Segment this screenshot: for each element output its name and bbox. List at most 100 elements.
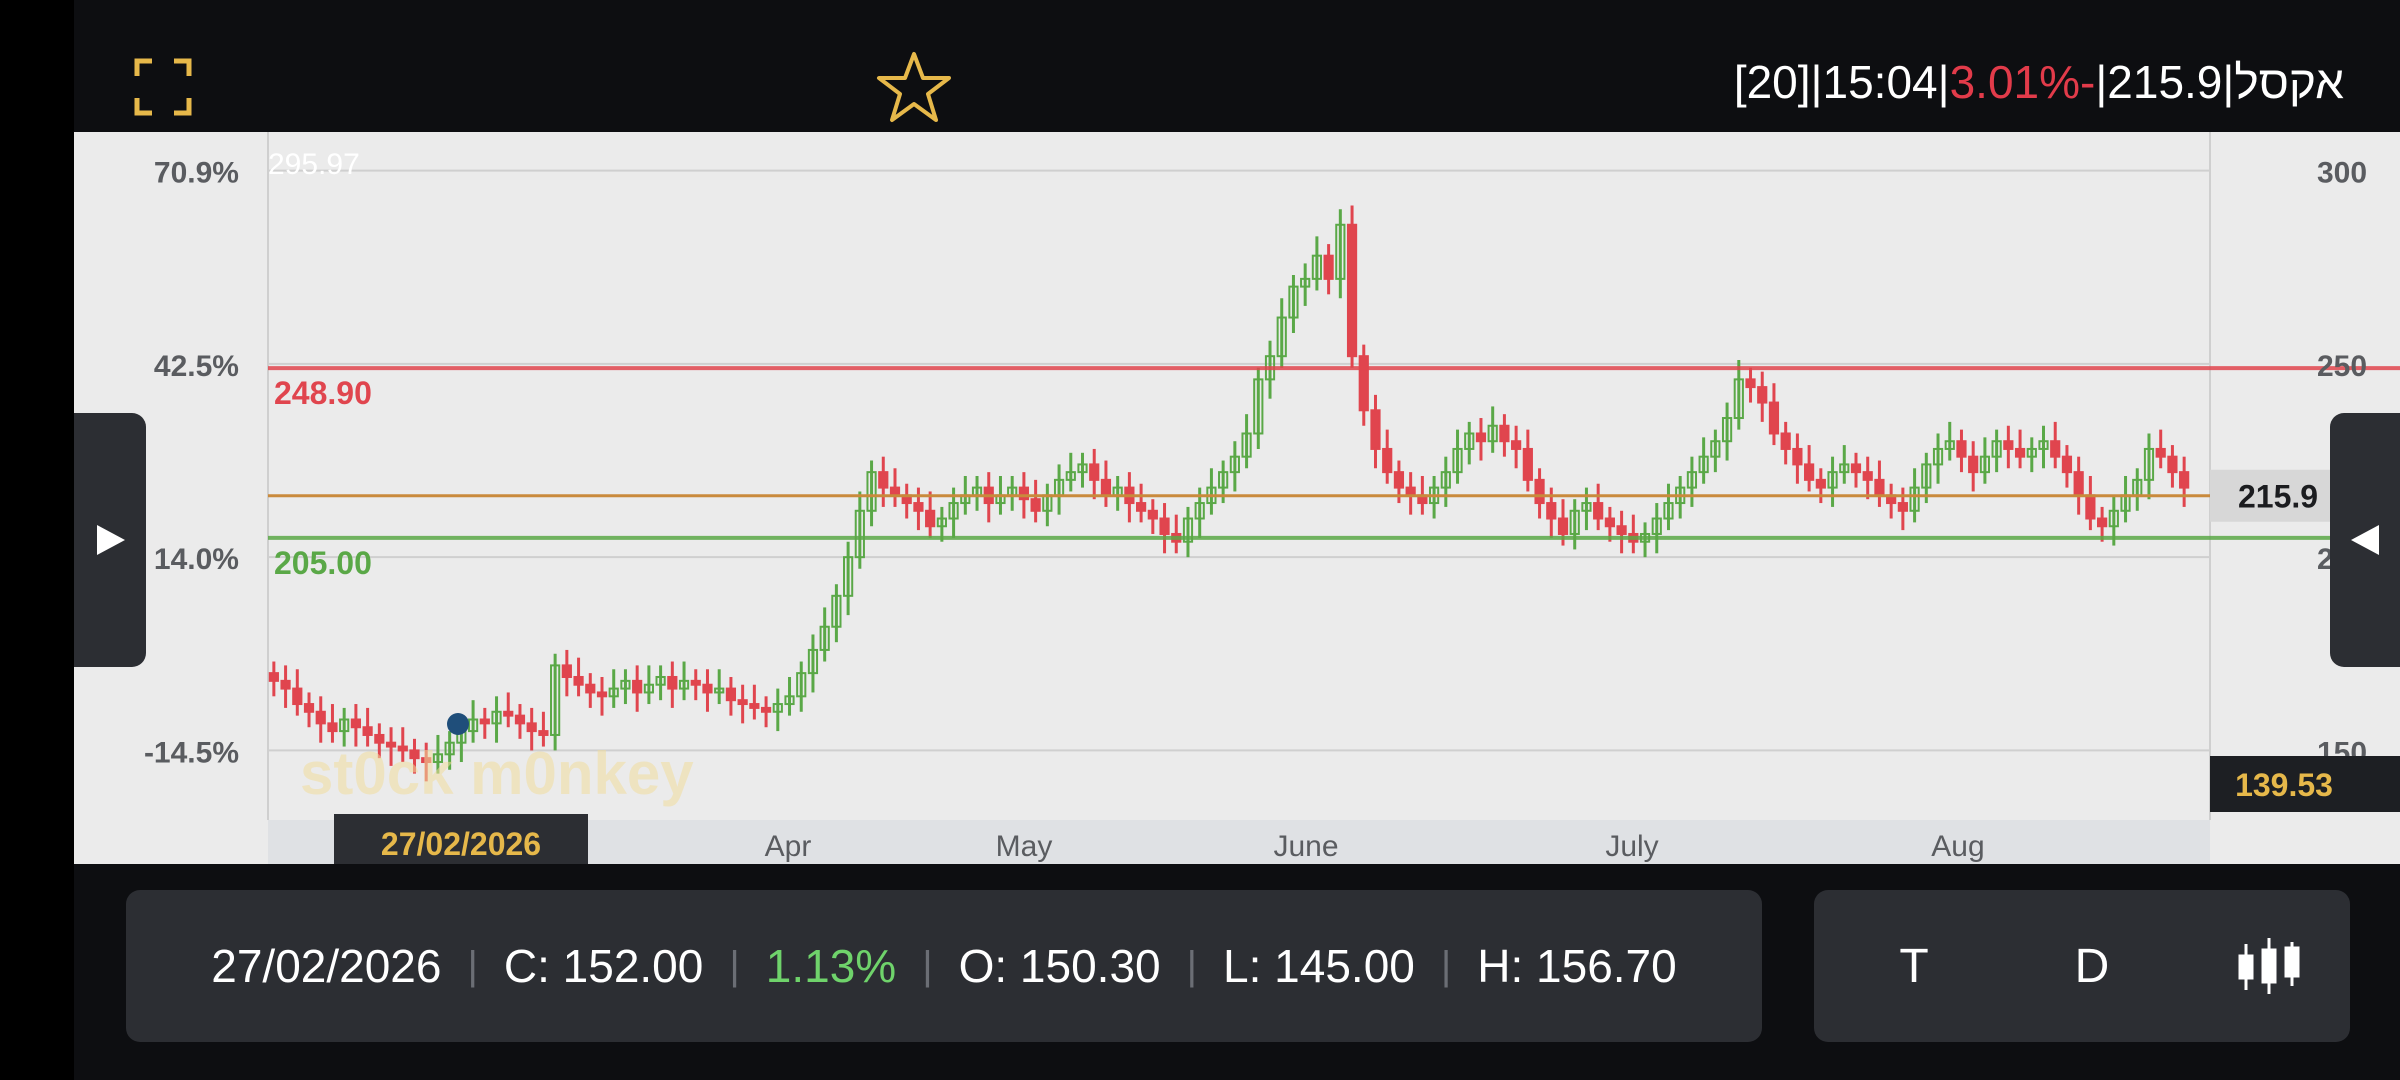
- candle-body: [1358, 355, 1369, 412]
- selected-point-marker: [447, 713, 469, 735]
- candle-body: [889, 486, 901, 497]
- candle-body: [1792, 447, 1803, 466]
- quote-summary: [20] | 15:04 | 3.01%- | 215.9 | אקסל: [1734, 50, 2344, 114]
- candle-body: [514, 714, 526, 725]
- candle-body: [913, 502, 924, 512]
- candle-body: [1604, 517, 1615, 528]
- y-left-tick-label: 14.0%: [154, 543, 239, 576]
- candle-body: [1593, 502, 1604, 520]
- candle-body: [1382, 447, 1393, 474]
- candle-body: [925, 509, 936, 528]
- x-tick-label: Aug: [1931, 830, 1984, 863]
- candle-body: [596, 691, 608, 698]
- candle-body: [503, 710, 514, 717]
- candle-body: [2085, 494, 2096, 520]
- quote-time: 15:04: [1822, 56, 1938, 108]
- candle-body: [561, 664, 572, 678]
- candle-body: [1346, 223, 1358, 358]
- x-tick-label: May: [996, 830, 1053, 863]
- candle-body: [1897, 502, 1908, 512]
- candle-body: [1745, 378, 1756, 389]
- candle-body: [1511, 440, 1522, 450]
- candle-body: [538, 730, 549, 736]
- candle-body: [1780, 432, 1791, 450]
- low-price-label: 139.53: [2235, 767, 2333, 803]
- candle-body: [2014, 447, 2026, 458]
- quote-name: אקסל: [2234, 56, 2344, 108]
- candle-body: [1147, 509, 1158, 520]
- y-right-tick-label: 300: [2317, 157, 2367, 190]
- star-icon[interactable]: [876, 50, 952, 126]
- candle-body: [1534, 478, 1545, 505]
- candle-body: [2073, 471, 2084, 497]
- candle-body: [303, 703, 315, 713]
- tools-panel: T D: [1814, 890, 2350, 1042]
- candlestick-icon: [2238, 938, 2300, 994]
- quote-count: [20]: [1733, 56, 1811, 108]
- candle-body: [1499, 424, 1510, 443]
- y-left-tick-label: 70.9%: [154, 157, 239, 190]
- current-price-label: 215.9: [2238, 479, 2318, 515]
- candle-body: [632, 679, 643, 694]
- ohlc-info-panel: 27/02/2026 | C: 152.00 | 1.13% | O: 150.…: [126, 890, 1762, 1042]
- candle-body: [1522, 447, 1533, 481]
- play-left-icon: [2351, 525, 2379, 555]
- candle-body: [1874, 478, 1885, 497]
- candle-body: [1018, 486, 1030, 501]
- candle-body: [585, 683, 596, 694]
- candle-body: [667, 675, 678, 690]
- candle-body: [1089, 463, 1100, 481]
- candle-body: [702, 683, 713, 694]
- candle-body: [2155, 447, 2166, 458]
- candle-body: [690, 679, 701, 686]
- d-button[interactable]: D: [2042, 890, 2142, 1042]
- y-left-tick-label: -14.5%: [144, 736, 239, 769]
- x-tick-label: Apr: [765, 830, 812, 863]
- candle-body: [1405, 486, 1416, 497]
- candle-body: [1030, 498, 1041, 512]
- candle-body: [1136, 502, 1147, 512]
- t-button[interactable]: T: [1864, 890, 1964, 1042]
- candle-body: [749, 703, 760, 709]
- support-label: 205.00: [274, 545, 372, 581]
- candle-body: [1968, 455, 1979, 474]
- quote-last-price: 215.9: [2107, 56, 2223, 108]
- candle-body: [1475, 432, 1487, 443]
- candle-body: [479, 718, 490, 725]
- candle-body: [725, 687, 737, 702]
- chart-canvas: 248.90 205.00 215.9 st0ck m0nkey 295.97 70…: [144, 132, 2400, 864]
- candle-body: [2167, 455, 2178, 474]
- candle-body: [1616, 525, 1627, 535]
- next-button[interactable]: [2330, 413, 2400, 667]
- ohlc-close: C: 152.00: [503, 940, 704, 992]
- candle-body: [292, 687, 303, 706]
- candle-body: [362, 726, 373, 736]
- candle-body: [315, 710, 326, 725]
- candle-body: [1393, 471, 1405, 489]
- candle-body: [1159, 517, 1170, 535]
- y-right-tick-label: 250: [2317, 350, 2367, 383]
- play-right-icon: [97, 525, 125, 555]
- y-left-tick-label: 42.5%: [154, 350, 239, 383]
- prev-button[interactable]: [74, 413, 146, 667]
- candle-body: [268, 672, 279, 682]
- candle-body: [1850, 463, 1862, 474]
- fullscreen-icon[interactable]: [134, 58, 192, 116]
- watermark: st0ck m0nkey: [300, 740, 694, 807]
- x-tick-label: June: [1273, 830, 1338, 863]
- candle-body: [1557, 517, 1569, 535]
- left-black-strip: [0, 0, 74, 1080]
- x-tick-label: July: [1605, 830, 1658, 863]
- candle-body: [350, 718, 361, 729]
- ohlc-open: O: 150.30: [958, 940, 1161, 992]
- candle-body: [1768, 401, 1780, 435]
- candle-body: [327, 722, 338, 733]
- candle-body: [1370, 409, 1381, 450]
- resistance-label: 248.90: [274, 375, 372, 411]
- candle-body: [1100, 478, 1112, 497]
- price-chart[interactable]: 248.90 205.00 215.9 st0ck m0nkey 295.97 70…: [74, 132, 2400, 864]
- ohlc-high: H: 156.70: [1477, 940, 1677, 992]
- chart-type-button[interactable]: [2214, 890, 2324, 1042]
- candle-body: [1956, 440, 1967, 458]
- max-price-label: 295.97: [268, 148, 360, 181]
